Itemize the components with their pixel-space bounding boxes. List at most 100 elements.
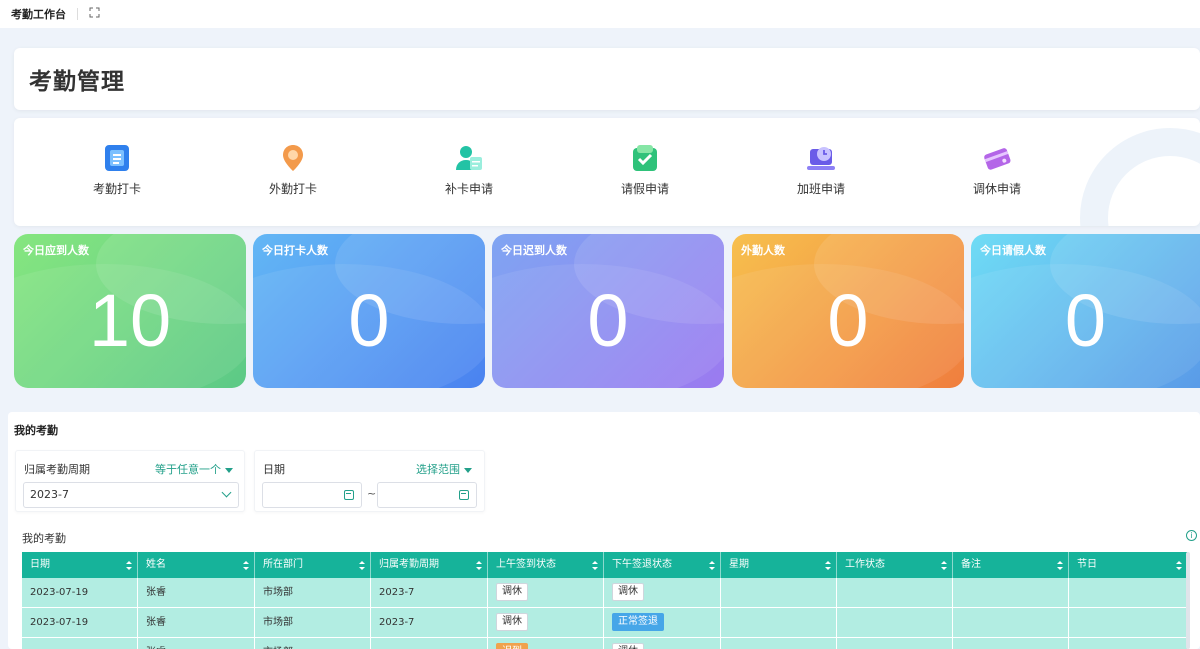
table-cell (1069, 638, 1188, 649)
table-row[interactable]: 2023-07-19 张睿 市场部 2023-7 调休 调休 (22, 578, 1188, 608)
column-header[interactable]: 备注 (953, 552, 1069, 578)
stat-value: 0 (1064, 279, 1107, 362)
table-title: 我的考勤 (22, 532, 66, 545)
table-cell (953, 638, 1069, 649)
filter-date: 日期 选择范围 ~ (254, 450, 485, 512)
sort-icon[interactable] (126, 561, 132, 570)
card-icon (981, 142, 1013, 174)
caret-down-icon (225, 467, 233, 473)
table-cell: 张睿 (138, 608, 255, 637)
table-cell (371, 638, 488, 649)
table-cell: 2023-7 (371, 578, 488, 607)
info-icon[interactable]: i (1186, 530, 1197, 541)
workspace-title: 考勤工作台 (11, 8, 66, 21)
table-cell: 2023-07-19 (22, 578, 138, 607)
table-cell: 调休 (488, 578, 604, 607)
vertical-scrollbar[interactable] (1186, 552, 1190, 649)
column-header[interactable]: 工作状态 (837, 552, 953, 578)
column-header-label: 归属考勤周期 (379, 559, 439, 570)
sort-icon[interactable] (592, 561, 598, 570)
action-overtime-request[interactable]: 加班申请 (761, 142, 881, 197)
status-badge: 调休 (612, 583, 644, 601)
period-select[interactable]: 2023-7 (23, 482, 239, 508)
table-cell: 调休 (488, 608, 604, 637)
table-cell (1069, 608, 1188, 637)
column-header[interactable]: 日期 (22, 552, 138, 578)
table-cell: 市场部 (255, 608, 371, 637)
my-attendance-section: 我的考勤 归属考勤周期 等于任意一个 2023-7 日期 选择范围 ~ 我的考勤… (8, 412, 1200, 649)
start-date-input[interactable] (262, 482, 362, 508)
column-header[interactable]: 归属考勤周期 (371, 552, 488, 578)
user-card-icon (453, 142, 485, 174)
table-row[interactable]: 张睿市场部 迟到 调休 (22, 638, 1188, 649)
attendance-table: 日期 姓名 所在部门 归属考勤周期 上午签到状态 下午签退状态 星期 工作状态 备注 节日 202… (22, 552, 1188, 649)
table-cell (721, 638, 837, 649)
status-badge: 迟到 (496, 643, 528, 649)
caret-down-icon (464, 467, 472, 473)
select-value: 2023-7 (30, 488, 69, 501)
action-label: 补卡申请 (444, 182, 493, 196)
sort-icon[interactable] (825, 561, 831, 570)
stat-card-field: 外勤人数 0 (732, 234, 964, 388)
sort-icon[interactable] (1057, 561, 1063, 570)
table-cell (721, 578, 837, 607)
action-leave-request[interactable]: 请假申请 (585, 142, 705, 197)
stat-label: 今日请假人数 (980, 244, 1046, 257)
divider (77, 8, 78, 20)
quick-actions-panel: 考勤打卡 外勤打卡 补卡申请 请假申请 加班申请 调休申请 (14, 118, 1200, 226)
table-cell: 市场部 (255, 638, 371, 649)
table-cell: 2023-7 (371, 608, 488, 637)
end-date-input[interactable] (377, 482, 477, 508)
action-attendance-clock-in[interactable]: 考勤打卡 (57, 142, 177, 197)
column-header[interactable]: 星期 (721, 552, 837, 578)
action-field-clock-in[interactable]: 外勤打卡 (233, 142, 353, 197)
action-label: 考勤打卡 (92, 182, 141, 196)
date-range-dropdown[interactable]: 选择范围 (416, 461, 472, 477)
operator-text: 等于任意一个 (155, 463, 221, 476)
stat-label: 今日迟到人数 (501, 244, 567, 257)
table-cell: 市场部 (255, 578, 371, 607)
top-bar: 考勤工作台 (0, 0, 1200, 28)
stat-value: 0 (587, 279, 629, 362)
stat-card-late: 今日迟到人数 0 (492, 234, 724, 388)
column-header[interactable]: 所在部门 (255, 552, 371, 578)
stat-value: 0 (827, 279, 869, 362)
range-separator: ~ (367, 487, 377, 500)
sort-icon[interactable] (941, 561, 947, 570)
expand-icon[interactable] (89, 7, 100, 21)
sort-icon[interactable] (359, 561, 365, 570)
filter-operator-dropdown[interactable]: 等于任意一个 (155, 461, 233, 477)
column-header[interactable]: 节日 (1069, 552, 1188, 578)
status-badge: 调休 (496, 613, 528, 631)
stat-card-leave: 今日请假人数 0 (971, 234, 1200, 388)
table-cell (953, 608, 1069, 637)
stat-value: 10 (88, 279, 172, 362)
sort-icon[interactable] (1176, 561, 1182, 570)
action-card-reissue[interactable]: 补卡申请 (409, 142, 529, 197)
status-badge: 调休 (612, 643, 644, 649)
table-header: 日期 姓名 所在部门 归属考勤周期 上午签到状态 下午签退状态 星期 工作状态 备注 节日 (22, 552, 1188, 578)
table-row[interactable]: 2023-07-19 张睿 市场部 2023-7 调休 正常签退 (22, 608, 1188, 638)
sort-icon[interactable] (243, 561, 249, 570)
column-header-label: 所在部门 (263, 559, 303, 570)
document-icon (101, 142, 133, 174)
action-label: 外勤打卡 (268, 182, 317, 196)
table-cell: 2023-07-19 (22, 608, 138, 637)
action-label: 请假申请 (620, 182, 669, 196)
stat-label: 外勤人数 (741, 244, 785, 257)
action-label: 调休申请 (972, 182, 1021, 196)
table-cell (837, 638, 953, 649)
action-time-off-request[interactable]: 调休申请 (937, 142, 1057, 197)
table-cell (1069, 578, 1188, 607)
column-header[interactable]: 下午签退状态 (604, 552, 721, 578)
table-cell (837, 608, 953, 637)
sort-icon[interactable] (709, 561, 715, 570)
calendar-icon (459, 490, 469, 500)
column-header[interactable]: 上午签到状态 (488, 552, 604, 578)
page-title: 考勤管理 (29, 69, 125, 95)
calendar-icon (344, 490, 354, 500)
sort-icon[interactable] (476, 561, 482, 570)
column-header-label: 下午签退状态 (612, 559, 672, 570)
stat-card-clocked-in: 今日打卡人数 0 (253, 234, 485, 388)
column-header[interactable]: 姓名 (138, 552, 255, 578)
